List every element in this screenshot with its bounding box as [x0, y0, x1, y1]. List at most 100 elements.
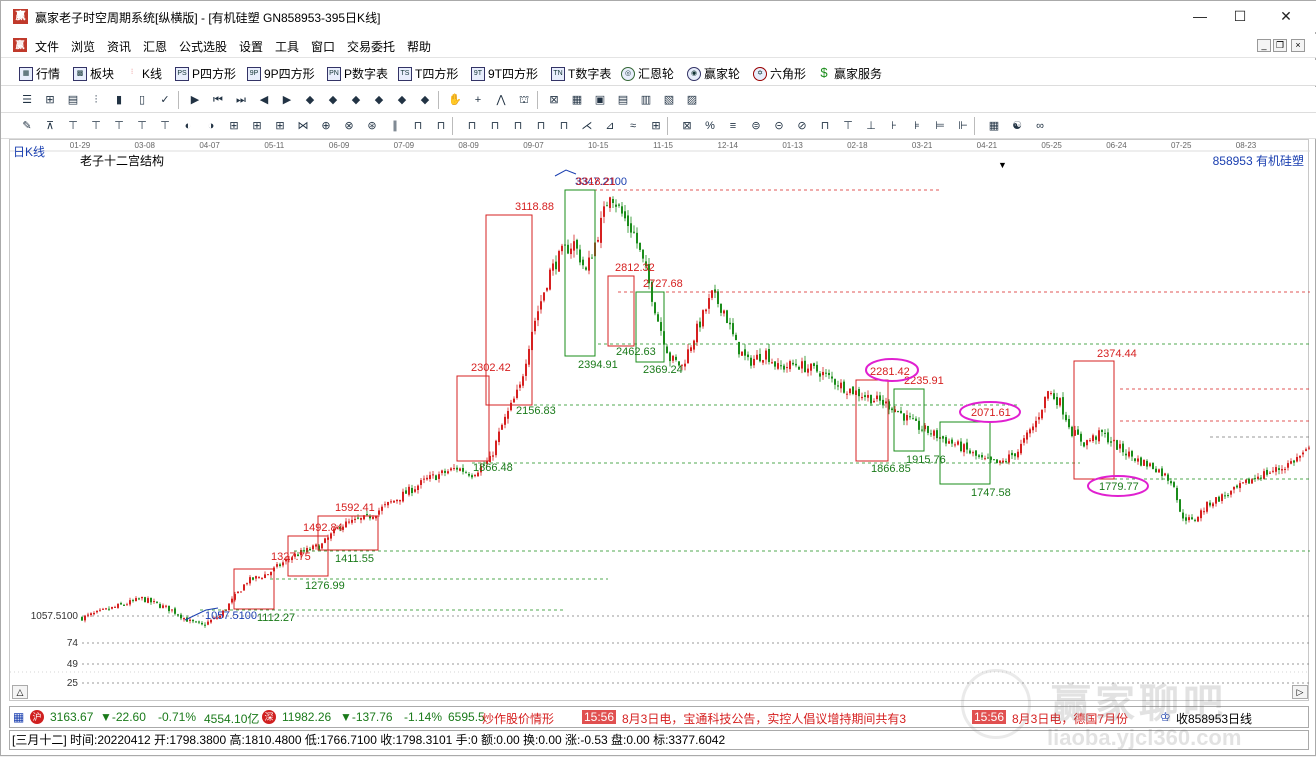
hand-icon[interactable]: ✋	[447, 92, 463, 108]
kline-chart-panel[interactable]: 01-29 03-08 04-07 05-11 06-09 07-09 08-09 09-07…	[9, 139, 1310, 702]
diamond1-icon[interactable]: ◆	[302, 92, 318, 108]
marker-icon[interactable]: ▶	[187, 92, 203, 108]
analysis-tool-39-icon[interactable]: ⊧	[909, 118, 925, 134]
menu-trade[interactable]: 交易委托	[347, 38, 395, 55]
list-icon[interactable]: ▤	[65, 92, 81, 108]
analysis-tool-36-icon[interactable]: ⊤	[840, 118, 856, 134]
toolbar-p-number-table-button[interactable]: PN P数字表	[327, 65, 388, 82]
analysis-tool-15-icon[interactable]: ⊗	[341, 118, 357, 134]
close-button[interactable]: ✕	[1263, 1, 1309, 32]
analysis-tool-44-icon[interactable]: ∞	[1032, 118, 1048, 134]
toolbar-9t-square-button[interactable]: 9T 9T四方形	[471, 65, 538, 82]
analysis-tool-31-icon[interactable]: ≡	[725, 118, 741, 134]
crosshair-icon[interactable]: +	[470, 92, 486, 108]
diamond2-icon[interactable]: ◆	[325, 92, 341, 108]
menu-huien[interactable]: 汇恩	[143, 38, 167, 55]
menu-formula-select[interactable]: 公式选股	[179, 38, 227, 55]
diamond3-icon[interactable]: ◆	[348, 92, 364, 108]
print-icon[interactable]: ▥	[638, 92, 654, 108]
analysis-tool-3-icon[interactable]: ⊤	[65, 118, 81, 134]
toolbar-service-button[interactable]: $ 赢家服务	[817, 65, 882, 82]
toolbar-sector-button[interactable]: ▩ 板块	[73, 65, 114, 82]
save-icon[interactable]: ▤	[615, 92, 631, 108]
dropdown-arrow-icon[interactable]: ▼	[998, 160, 1007, 170]
diamond6-icon[interactable]: ◆	[417, 92, 433, 108]
analysis-tool-41-icon[interactable]: ⊩	[955, 118, 971, 134]
export-icon[interactable]: ▨	[684, 92, 700, 108]
mdi-restore-button[interactable]: ❐	[1273, 39, 1287, 52]
analysis-tool-18-icon[interactable]: ⊓	[410, 118, 426, 134]
analysis-tool-40-icon[interactable]: ⊨	[932, 118, 948, 134]
first-icon[interactable]: ⏮	[210, 92, 226, 108]
analysis-tool-22-icon[interactable]: ⊓	[510, 118, 526, 134]
toolbar-9p-square-button[interactable]: 9P 9P四方形	[247, 65, 315, 82]
mdi-minimize-button[interactable]: _	[1257, 39, 1271, 52]
zigzag-icon[interactable]: ⋀	[493, 92, 509, 108]
maximize-button[interactable]: ☐	[1217, 1, 1263, 32]
kline-icon[interactable]: ⫶	[88, 92, 104, 108]
menu-info[interactable]: 资讯	[107, 38, 131, 55]
app-menu-icon[interactable]: 赢	[13, 38, 27, 52]
analysis-tool-14-icon[interactable]: ⊕	[318, 118, 334, 134]
analysis-tool-32-icon[interactable]: ⊜	[748, 118, 764, 134]
analysis-tool-35-icon[interactable]: ⊓	[817, 118, 833, 134]
analysis-tool-21-icon[interactable]: ⊓	[487, 118, 503, 134]
analysis-tool-38-icon[interactable]: ⊦	[886, 118, 902, 134]
analysis-tool-16-icon[interactable]: ⊛	[364, 118, 380, 134]
mdi-close-button[interactable]: ×	[1291, 39, 1305, 52]
menu-help[interactable]: 帮助	[407, 38, 431, 55]
calendar-icon[interactable]: ▦	[569, 92, 585, 108]
scroll-right-button[interactable]: ▷	[1292, 685, 1308, 699]
hollow-bar-icon[interactable]: ▯	[134, 92, 150, 108]
next-icon[interactable]: ▶	[279, 92, 295, 108]
tag-icon[interactable]: ⛫	[516, 92, 532, 108]
analysis-tool-1-icon[interactable]: ✎	[19, 118, 35, 134]
menu-browse[interactable]: 浏览	[71, 38, 95, 55]
analysis-tool-19-icon[interactable]: ⊓	[433, 118, 449, 134]
analysis-tool-7-icon[interactable]: ⊤	[157, 118, 173, 134]
analysis-tool-42-icon[interactable]: ▦	[986, 118, 1002, 134]
analysis-tool-20-icon[interactable]: ⊓	[464, 118, 480, 134]
analysis-tool-11-icon[interactable]: ⊞	[249, 118, 265, 134]
toolbar-winner-wheel-button[interactable]: ◉ 赢家轮	[687, 65, 740, 82]
analysis-tool-25-icon[interactable]: ⋌	[579, 118, 595, 134]
analysis-tool-29-icon[interactable]: ⊠	[679, 118, 695, 134]
menu-settings[interactable]: 设置	[239, 38, 263, 55]
table-icon[interactable]: ▣	[592, 92, 608, 108]
toolbar-quote-button[interactable]: ▦ 行情	[19, 65, 60, 82]
analysis-tool-43-icon[interactable]: ☯	[1009, 118, 1025, 134]
grid2-icon[interactable]: ⊠	[546, 92, 562, 108]
toolbar-kline-button[interactable]: ⫶ K线	[125, 65, 162, 82]
analysis-tool-34-icon[interactable]: ⊘	[794, 118, 810, 134]
news2-text[interactable]: 8月3日电，德国7月份	[1012, 710, 1150, 727]
kline-chart-svg[interactable]: 01-29 03-08 04-07 05-11 06-09 07-09 08-09 09-07…	[10, 140, 1310, 702]
chip-icon[interactable]: ▧	[661, 92, 677, 108]
analysis-tool-10-icon[interactable]: ⊞	[226, 118, 242, 134]
analysis-tool-2-icon[interactable]: ⊼	[42, 118, 58, 134]
analysis-tool-17-icon[interactable]: ∥	[387, 118, 403, 134]
menu-window[interactable]: 窗口	[311, 38, 335, 55]
check-icon[interactable]: ✓	[157, 92, 173, 108]
analysis-tool-37-icon[interactable]: ⊥	[863, 118, 879, 134]
period-label[interactable]: 日K线	[13, 143, 45, 160]
grid-icon[interactable]: ⊞	[42, 92, 58, 108]
analysis-tool-8-icon[interactable]: ◐	[180, 118, 196, 134]
toolbar-t-square-button[interactable]: TS T四方形	[398, 65, 458, 82]
scroll-up-button[interactable]: △	[12, 685, 28, 699]
diamond5-icon[interactable]: ◆	[394, 92, 410, 108]
analysis-tool-28-icon[interactable]: ⊞	[648, 118, 664, 134]
menu-tools[interactable]: 工具	[275, 38, 299, 55]
layout-icon[interactable]: ☰	[19, 92, 35, 108]
analysis-tool-26-icon[interactable]: ⊿	[602, 118, 618, 134]
analysis-tool-12-icon[interactable]: ⊞	[272, 118, 288, 134]
analysis-tool-33-icon[interactable]: ⊝	[771, 118, 787, 134]
analysis-tool-13-icon[interactable]: ⋈	[295, 118, 311, 134]
diamond4-icon[interactable]: ◆	[371, 92, 387, 108]
menu-file[interactable]: 文件	[35, 38, 59, 55]
analysis-tool-5-icon[interactable]: ⊤	[111, 118, 127, 134]
news1-text[interactable]: 8月3日电，宝通科技公告，实控人倡议增持期间共有3	[622, 710, 958, 727]
prev-icon[interactable]: ◀	[256, 92, 272, 108]
analysis-tool-6-icon[interactable]: ⊤	[134, 118, 150, 134]
toolbar-huien-wheel-button[interactable]: ◎ 汇恩轮	[621, 65, 674, 82]
analysis-tool-23-icon[interactable]: ⊓	[533, 118, 549, 134]
